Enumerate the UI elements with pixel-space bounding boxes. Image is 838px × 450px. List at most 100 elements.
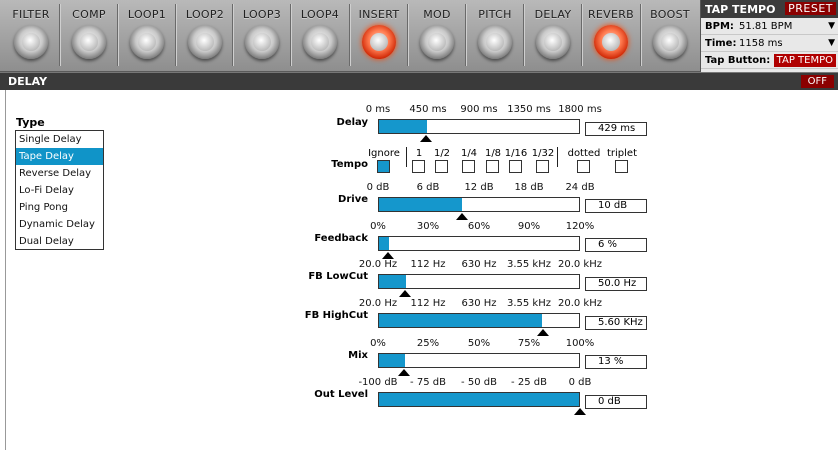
fx-knob-icon[interactable] xyxy=(14,25,48,59)
drive-pointer-icon[interactable] xyxy=(456,213,469,220)
fx-knob-icon[interactable] xyxy=(303,25,337,59)
out_level-pointer-icon[interactable] xyxy=(574,408,586,415)
tap-tempo-panel: TAP TEMPO PRESET BPM: 51.81 BPM ▼ Time: … xyxy=(700,0,838,72)
fx-knob-icon[interactable] xyxy=(653,25,687,59)
tempo-checkbox-triplet[interactable] xyxy=(615,160,628,173)
out_level-tick-label: 0 dB xyxy=(568,377,592,388)
fb_highcut-tick-label: 630 Hz xyxy=(461,298,497,309)
fb_lowcut-value[interactable]: 50.0 Hz xyxy=(585,277,647,291)
fx-knob-icon[interactable] xyxy=(536,25,570,59)
feedback-value[interactable]: 6 % xyxy=(585,238,647,252)
delay-type-option[interactable]: Dynamic Delay xyxy=(16,216,103,233)
mix-tick-label: 75% xyxy=(517,338,541,349)
bpm-dropdown-arrow-icon[interactable]: ▼ xyxy=(828,18,835,35)
out_level-tick-label: - 75 dB xyxy=(410,377,446,388)
tap-tempo-button[interactable]: TAP TEMPO xyxy=(773,54,836,67)
fx-slot-loop3[interactable]: LOOP3 xyxy=(233,0,291,72)
delay-tick-label: 900 ms xyxy=(460,104,498,115)
fb_lowcut-slider-fill xyxy=(379,275,406,288)
drive-value[interactable]: 10 dB xyxy=(585,199,647,213)
fb_lowcut-tick-label: 112 Hz xyxy=(410,259,446,270)
fb_lowcut-pointer-icon[interactable] xyxy=(398,290,411,297)
fx-label: INSERT xyxy=(358,8,400,21)
fx-slot-delay[interactable]: DELAY xyxy=(524,0,582,72)
preset-button[interactable]: PRESET xyxy=(785,2,836,15)
tempo-checkbox-1-2[interactable] xyxy=(435,160,448,173)
fx-label: BOOST xyxy=(650,8,690,21)
delay-type-option[interactable]: Single Delay xyxy=(16,131,103,148)
fx-slot-mod[interactable]: MOD xyxy=(408,0,466,72)
fx-divider xyxy=(640,4,641,66)
out_level-slider[interactable] xyxy=(378,392,580,407)
mix-pointer-icon[interactable] xyxy=(398,369,411,376)
fx-knob-icon[interactable] xyxy=(478,25,512,59)
fx-label: COMP xyxy=(72,8,106,21)
fx-knob-icon[interactable] xyxy=(72,25,106,59)
feedback-pointer-icon[interactable] xyxy=(382,252,395,259)
delay-type-option[interactable]: Lo-Fi Delay xyxy=(16,182,103,199)
tempo-checkbox-1-32[interactable] xyxy=(536,160,549,173)
delay-type-option[interactable]: Reverse Delay xyxy=(16,165,103,182)
fx-slot-loop1[interactable]: LOOP1 xyxy=(118,0,176,72)
delay-value[interactable]: 429 ms xyxy=(585,122,647,136)
mix-slider-fill xyxy=(379,354,405,367)
delay-type-option[interactable]: Tape Delay xyxy=(16,148,103,165)
drive-tick-label: 18 dB xyxy=(514,182,544,193)
tempo-option-label: 1/2 xyxy=(433,148,451,159)
fx-knob-icon[interactable] xyxy=(130,25,164,59)
delay-slider[interactable] xyxy=(378,119,580,134)
drive-slider-fill xyxy=(379,198,463,211)
tempo-checkbox-1[interactable] xyxy=(412,160,425,173)
feedback-slider[interactable] xyxy=(378,236,580,251)
tempo-option-label: 1 xyxy=(415,148,423,159)
tempo-checkbox-1-16[interactable] xyxy=(509,160,522,173)
time-dropdown-arrow-icon[interactable]: ▼ xyxy=(828,35,835,52)
out_level-tick-label: - 50 dB xyxy=(461,377,497,388)
fx-slot-loop4[interactable]: LOOP4 xyxy=(291,0,349,72)
tempo-checkbox-dotted[interactable] xyxy=(577,160,590,173)
fx-divider xyxy=(581,4,582,66)
fb_highcut-pointer-icon[interactable] xyxy=(536,329,549,336)
fx-divider xyxy=(523,4,524,66)
bpm-value[interactable]: 51.81 BPM xyxy=(739,18,792,35)
fx-knob-icon[interactable] xyxy=(245,25,279,59)
tempo-checkbox-Ignore[interactable] xyxy=(377,160,390,173)
fx-label: REVERB xyxy=(587,8,635,21)
fx-slot-insert[interactable]: INSERT xyxy=(350,0,408,72)
delay-type-list[interactable]: Single Delay Tape Delay Reverse Delay Lo-Fi… xyxy=(15,130,104,250)
out_level-value[interactable]: 0 dB xyxy=(585,395,647,409)
tempo-checkbox-1-4[interactable] xyxy=(462,160,475,173)
fx-slot-filter[interactable]: FILTER xyxy=(2,0,60,72)
time-value[interactable]: 1158 ms xyxy=(739,35,783,52)
delay-type-option[interactable]: Ping Pong xyxy=(16,199,103,216)
feedback-tick-label: 90% xyxy=(517,221,541,232)
tempo-checkbox-1-8[interactable] xyxy=(486,160,499,173)
fx-slot-boost[interactable]: BOOST xyxy=(641,0,699,72)
section-off-button[interactable]: OFF xyxy=(800,75,834,88)
fb_lowcut-tick-label: 3.55 kHz xyxy=(506,259,551,270)
effects-chain-bar: FILTER COMP LOOP1 LOOP2 LOOP3 LOOP4 INSERT MOD P… xyxy=(0,0,700,72)
fb_highcut-value[interactable]: 5.60 KHz xyxy=(585,316,647,330)
fx-knob-icon[interactable] xyxy=(420,25,454,59)
out_level-tick-label: - 25 dB xyxy=(511,377,547,388)
mix-tick-label: 100% xyxy=(565,338,595,349)
drive-slider[interactable] xyxy=(378,197,580,212)
fx-knob-icon[interactable] xyxy=(188,25,222,59)
fx-slot-loop2[interactable]: LOOP2 xyxy=(176,0,234,72)
drive-label: Drive xyxy=(338,194,368,205)
time-row: Time: 1158 ms ▼ xyxy=(701,35,838,52)
mix-slider[interactable] xyxy=(378,353,580,368)
tap-tempo-title: TAP TEMPO xyxy=(705,3,776,16)
fx-slot-reverb[interactable]: REVERB xyxy=(582,0,640,72)
mix-value[interactable]: 13 % xyxy=(585,355,647,369)
fb_lowcut-slider[interactable] xyxy=(378,274,580,289)
fb_lowcut-tick-label: 630 Hz xyxy=(461,259,497,270)
delay-section-header: DELAY OFF xyxy=(0,72,838,90)
delay-type-option[interactable]: Dual Delay xyxy=(16,233,103,250)
fx-slot-pitch[interactable]: PITCH xyxy=(466,0,524,72)
fx-knob-icon[interactable] xyxy=(594,25,628,59)
delay-pointer-icon[interactable] xyxy=(420,135,433,142)
fb_highcut-slider[interactable] xyxy=(378,313,580,328)
fx-knob-icon[interactable] xyxy=(362,25,396,59)
fx-slot-comp[interactable]: COMP xyxy=(60,0,118,72)
